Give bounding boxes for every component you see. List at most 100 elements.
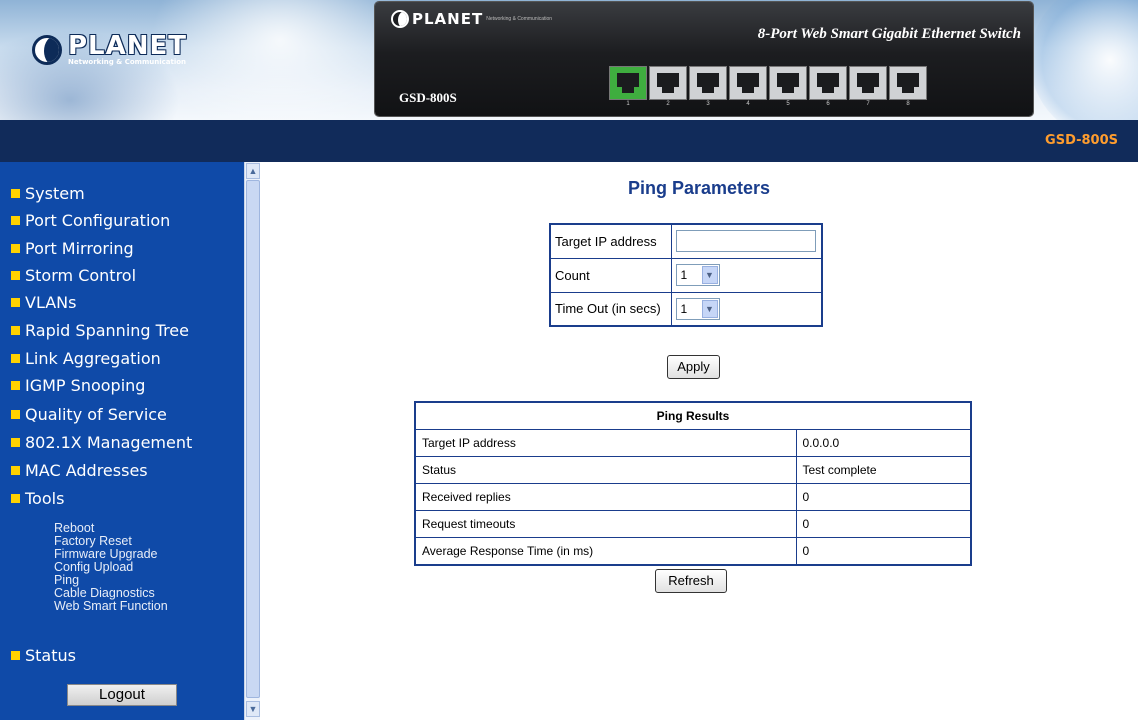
sidebar-item-port-configuration[interactable]: Port Configuration xyxy=(11,211,170,230)
port-row xyxy=(609,66,927,100)
port-number: 8 xyxy=(906,101,910,107)
ethernet-port-icon[interactable] xyxy=(649,66,687,100)
ethernet-port-icon[interactable] xyxy=(849,66,887,100)
submenu-web-smart-function[interactable]: Web Smart Function xyxy=(54,600,168,613)
scroll-up-icon[interactable]: ▲ xyxy=(246,163,260,179)
bullet-square-icon xyxy=(11,354,20,363)
refresh-button[interactable]: Refresh xyxy=(655,569,727,593)
result-label: Request timeouts xyxy=(414,510,797,538)
timeout-select[interactable]: 1 ▼ xyxy=(675,297,720,320)
sidebar-item-label: Status xyxy=(25,646,76,665)
result-label: Average Response Time (in ms) xyxy=(414,537,797,565)
chevron-down-icon[interactable]: ▼ xyxy=(701,266,718,284)
bullet-square-icon xyxy=(11,438,20,447)
sidebar-item-port-mirroring[interactable]: Port Mirroring xyxy=(11,239,134,258)
bullet-square-icon xyxy=(11,216,20,225)
sidebar-nav: System Port Configuration Port Mirroring… xyxy=(0,162,244,720)
port-number: 6 xyxy=(826,101,830,107)
port-number: 5 xyxy=(786,101,790,107)
timeout-label: Time Out (in secs) xyxy=(549,291,672,327)
result-value: 0 xyxy=(795,483,972,511)
result-label: Received replies xyxy=(414,483,797,511)
device-logo: PLANET Networking & Communication xyxy=(391,10,552,28)
table-row: Status Test complete xyxy=(414,456,972,484)
param-row: Time Out (in secs) 1 ▼ xyxy=(549,291,823,327)
bullet-square-icon xyxy=(11,410,20,419)
table-row: Average Response Time (in ms) 0 xyxy=(414,537,972,565)
scrollbar-thumb[interactable] xyxy=(246,180,260,698)
scroll-down-icon[interactable]: ▼ xyxy=(246,701,260,717)
timeout-selected-value: 1 xyxy=(680,301,688,316)
sidebar-item-tools[interactable]: Tools xyxy=(11,489,64,508)
apply-button[interactable]: Apply xyxy=(667,355,720,379)
ethernet-port-icon[interactable] xyxy=(889,66,927,100)
device-logo-icon xyxy=(391,10,409,28)
sidebar-item-storm-control[interactable]: Storm Control xyxy=(11,266,136,285)
port-number: 1 xyxy=(626,101,630,107)
sidebar-item-label: Port Mirroring xyxy=(25,239,134,258)
port-number: 4 xyxy=(746,101,750,107)
page-title: Ping Parameters xyxy=(627,178,771,198)
count-select[interactable]: 1 ▼ xyxy=(675,264,720,286)
bullet-square-icon xyxy=(11,466,20,475)
port-number-row: 1 2 3 4 5 6 7 8 xyxy=(609,101,927,107)
sidebar-item-label: MAC Addresses xyxy=(25,461,148,480)
logout-button[interactable]: Logout xyxy=(67,684,177,706)
sidebar-item-status[interactable]: Status xyxy=(11,646,76,665)
sidebar-item-igmp-snooping[interactable]: IGMP Snooping xyxy=(11,376,145,395)
sidebar-item-link-aggregation[interactable]: Link Aggregation xyxy=(11,349,161,368)
sidebar-item-label: VLANs xyxy=(25,293,77,312)
sidebar-item-8021x-management[interactable]: 802.1X Management xyxy=(11,433,192,452)
sidebar-item-label: Port Configuration xyxy=(25,211,171,230)
header-banner: PLANET Networking & Communication PLANET… xyxy=(0,0,1138,120)
bullet-square-icon xyxy=(11,326,20,335)
ethernet-port-icon[interactable] xyxy=(769,66,807,100)
bullet-square-icon xyxy=(11,298,20,307)
param-row: Target IP address xyxy=(549,223,823,259)
count-label: Count xyxy=(549,257,672,293)
ping-parameters-table: Target IP address Count 1 ▼ Time Out (in… xyxy=(549,223,823,327)
sidebar-item-label: 802.1X Management xyxy=(25,433,193,452)
bullet-square-icon xyxy=(11,381,20,390)
top-bar: GSD-800S xyxy=(0,120,1138,162)
sidebar-item-label: Storm Control xyxy=(25,266,137,285)
sidebar-item-label: Tools xyxy=(25,489,65,508)
sidebar-item-quality-of-service[interactable]: Quality of Service xyxy=(11,405,167,424)
bullet-square-icon xyxy=(11,271,20,280)
planet-logo: PLANET Networking & Communication xyxy=(32,31,188,66)
sidebar-item-vlans[interactable]: VLANs xyxy=(11,293,76,312)
param-row: Count 1 ▼ xyxy=(549,257,823,293)
table-row: Request timeouts 0 xyxy=(414,510,972,538)
sidebar-item-label: IGMP Snooping xyxy=(25,376,146,395)
sidebar-item-rapid-spanning-tree[interactable]: Rapid Spanning Tree xyxy=(11,321,189,340)
result-value: 0 xyxy=(795,537,972,565)
model-label: GSD-800S xyxy=(1045,133,1118,148)
sidebar-item-label: Quality of Service xyxy=(25,405,167,424)
sidebar-item-mac-addresses[interactable]: MAC Addresses xyxy=(11,461,148,480)
sidebar-item-system[interactable]: System xyxy=(11,184,85,203)
result-label: Status xyxy=(414,456,797,484)
bullet-square-icon xyxy=(11,189,20,198)
ethernet-port-icon[interactable] xyxy=(729,66,767,100)
bullet-square-icon xyxy=(11,244,20,253)
ethernet-port-icon[interactable] xyxy=(689,66,727,100)
brand-name: PLANET xyxy=(68,31,188,61)
results-header: Ping Results xyxy=(414,401,972,430)
bullet-square-icon xyxy=(11,494,20,503)
sidebar-scrollbar[interactable]: ▲ ▼ xyxy=(244,162,260,720)
result-label: Target IP address xyxy=(414,429,797,457)
count-selected-value: 1 xyxy=(680,268,688,282)
chevron-down-icon[interactable]: ▼ xyxy=(701,299,718,318)
table-row: Received replies 0 xyxy=(414,483,972,511)
table-row: Target IP address 0.0.0.0 xyxy=(414,429,972,457)
result-value: 0.0.0.0 xyxy=(795,429,972,457)
port-number: 3 xyxy=(706,101,710,107)
target-ip-input[interactable] xyxy=(675,230,816,253)
target-ip-label: Target IP address xyxy=(549,223,672,259)
ethernet-port-icon[interactable] xyxy=(609,66,647,100)
ethernet-port-icon[interactable] xyxy=(809,66,847,100)
ping-results-table: Ping Results Target IP address 0.0.0.0 St… xyxy=(414,401,972,566)
port-number: 7 xyxy=(866,101,870,107)
result-value: Test complete xyxy=(795,456,972,484)
planet-logo-icon xyxy=(32,35,62,65)
